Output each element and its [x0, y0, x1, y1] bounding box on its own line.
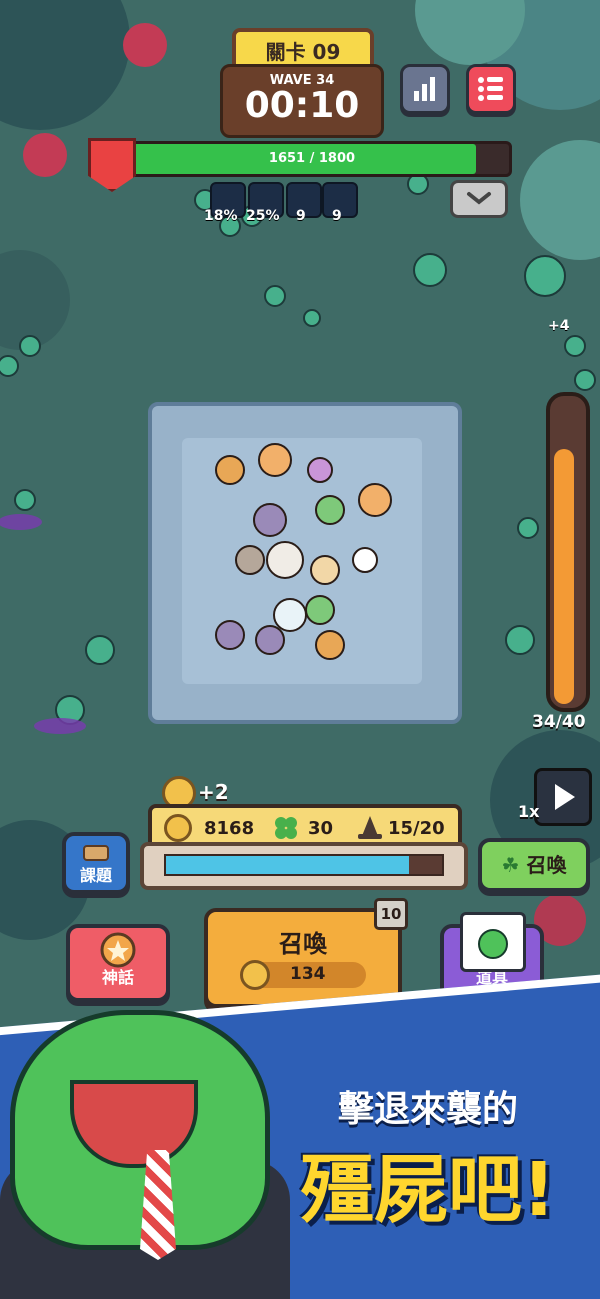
boss-gauge-fill [554, 449, 574, 704]
summon-cost: 134 [290, 964, 326, 984]
summon-cost-pill: 134 [240, 960, 366, 990]
list-menu-icon [478, 77, 503, 101]
buff-value-1: 18% [204, 208, 238, 224]
zombie-item-icon [478, 929, 508, 959]
crest-icon [100, 932, 136, 968]
clover-summon-label: 召喚 [526, 853, 567, 877]
witch-hat-icon [358, 816, 382, 839]
play-icon [555, 784, 575, 810]
boss-gauge-label: 34/40 [532, 712, 586, 732]
expand-button[interactable] [450, 180, 508, 218]
clover-summon-button[interactable]: ☘ 召喚 [478, 838, 590, 892]
wave-timer-panel: WAVE 34 00:10 [220, 64, 384, 138]
buff-value-3: 9 [296, 208, 306, 224]
clover-count: 30 [308, 818, 334, 839]
items-card [460, 912, 526, 972]
enemy-bonus: +4 [548, 318, 570, 334]
game-scene: 關卡 09 WAVE 34 00:10 1651 / 1800 18% 25% … [0, 0, 600, 1299]
chevron-down-icon [467, 192, 491, 205]
quest-label: 課題 [79, 866, 112, 885]
summon-label: 召喚 [279, 930, 327, 958]
energy-fill [166, 856, 409, 874]
quest-button[interactable]: 課題 [62, 832, 130, 894]
unit-count: 15/20 [388, 818, 445, 839]
buff-value-4: 9 [332, 208, 342, 224]
stats-button[interactable] [400, 64, 450, 114]
clover-icon: ☘ [501, 853, 520, 877]
clover-icon [275, 817, 297, 839]
wave-timer: 00:10 [244, 85, 360, 126]
myth-button[interactable]: 神話 [66, 924, 170, 1002]
coin-icon [240, 960, 270, 990]
speed-button[interactable] [534, 768, 592, 826]
coin-count: 8168 [204, 818, 255, 839]
energy-track [164, 854, 444, 876]
summon-count-badge: 10 [374, 898, 408, 930]
menu-button[interactable] [466, 64, 516, 114]
buff-value-2: 25% [246, 208, 280, 224]
speed-label: 1x [518, 802, 540, 821]
coin-gain: +2 [198, 780, 229, 804]
scroll-icon [83, 845, 109, 861]
bar-chart-icon [414, 77, 435, 101]
promo-line-2: 殭屍吧! [300, 1147, 556, 1233]
coin-icon [164, 814, 192, 842]
promo-line-1: 擊退來襲的 [338, 1089, 519, 1130]
castle-hp-text: 1651 / 1800 [268, 151, 356, 166]
castle-hp-bar: 1651 / 1800 [112, 141, 512, 177]
hero-units [215, 443, 392, 660]
boss-gauge [546, 392, 590, 712]
summon-button[interactable]: 召喚 134 [204, 908, 402, 1008]
energy-bar [140, 842, 468, 890]
